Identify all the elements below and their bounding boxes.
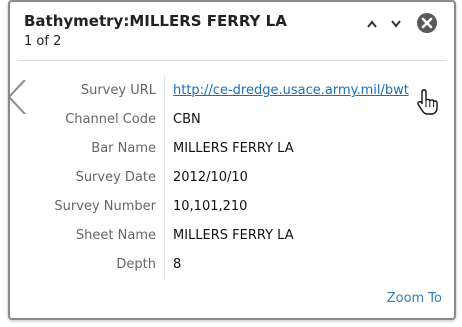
survey-url-link[interactable]: http://ce-dredge.usace.army.mil/bwt <box>173 83 409 98</box>
close-circle-icon <box>417 13 437 33</box>
popup-header: Bathymetry:MILLERS FERRY LA 1 of 2 <box>24 12 444 56</box>
attribute-label: Sheet Name <box>18 221 165 250</box>
attribute-row: Survey Date 2012/10/10 <box>18 163 409 192</box>
zoom-to-link[interactable]: Zoom To <box>387 291 442 306</box>
attribute-value: 2012/10/10 <box>173 170 248 185</box>
attribute-row: Bar Name MILLERS FERRY LA <box>18 134 409 163</box>
attribute-value: MILLERS FERRY LA <box>173 141 294 156</box>
attribute-label: Channel Code <box>18 105 165 134</box>
attribute-row: Sheet Name MILLERS FERRY LA <box>18 221 409 250</box>
attribute-value: CBN <box>173 112 201 127</box>
chevron-down-icon <box>391 20 401 28</box>
attribute-row: Survey URL http://ce-dredge.usace.army.m… <box>18 76 409 105</box>
attribute-row: Channel Code CBN <box>18 105 409 134</box>
attribute-label: Depth <box>18 250 165 279</box>
attribute-row: Survey Number 10,101,210 <box>18 192 409 221</box>
attribute-label: Survey Date <box>18 163 165 192</box>
identify-popup: Bathymetry:MILLERS FERRY LA 1 of 2 Surve… <box>8 0 456 320</box>
attribute-value: 10,101,210 <box>173 199 248 214</box>
close-button[interactable] <box>416 12 438 34</box>
attribute-label: Survey Number <box>18 192 165 221</box>
previous-feature-button[interactable] <box>362 14 382 34</box>
attribute-label: Survey URL <box>18 76 165 105</box>
attribute-table: Survey URL http://ce-dredge.usace.army.m… <box>18 76 409 279</box>
attribute-label: Bar Name <box>18 134 165 163</box>
chevron-up-icon <box>367 20 377 28</box>
feature-counter: 1 of 2 <box>24 34 62 49</box>
next-feature-button[interactable] <box>386 14 406 34</box>
header-divider <box>18 60 446 61</box>
attribute-value: MILLERS FERRY LA <box>173 228 294 243</box>
popup-title: Bathymetry:MILLERS FERRY LA <box>24 12 287 30</box>
attribute-value: 8 <box>173 257 182 272</box>
attribute-row: Depth 8 <box>18 250 409 279</box>
hand-pointer-icon <box>417 89 438 115</box>
attribute-value: http://ce-dredge.usace.army.mil/bwt <box>165 76 409 105</box>
